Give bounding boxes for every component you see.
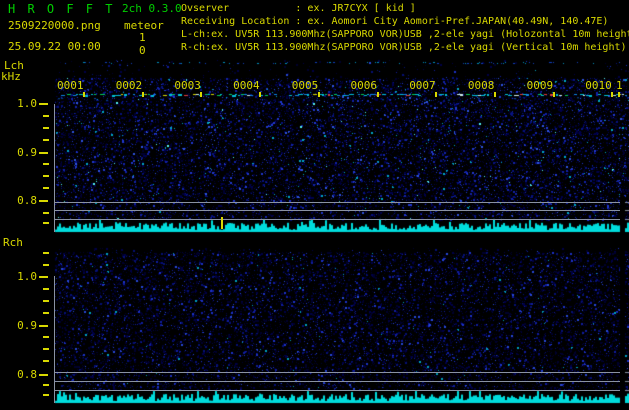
time-label: 0002 bbox=[115, 79, 143, 92]
info-line-lch-rig: L-ch:ex. UV5R 113.900Mhz(SAPPORO VOR)USB… bbox=[181, 29, 629, 40]
info-line-location: Receiving Location : ex. Aomori City Aom… bbox=[181, 16, 609, 27]
freq-major-tick bbox=[39, 276, 48, 278]
time-tick bbox=[618, 92, 620, 97]
time-tick bbox=[141, 92, 144, 97]
freq-minor-tick bbox=[43, 175, 49, 177]
rch-channel-label: Rch bbox=[3, 236, 23, 249]
time-tick bbox=[493, 92, 496, 97]
time-label-partial: 1 0 bbox=[616, 79, 623, 92]
freq-minor-tick bbox=[43, 394, 49, 396]
time-label: 0009 bbox=[526, 79, 554, 92]
freq-major-tick bbox=[39, 200, 48, 202]
freq-tick-label: 0.8 bbox=[17, 194, 37, 207]
freq-minor-tick bbox=[43, 187, 49, 189]
time-tick bbox=[317, 92, 320, 97]
info-line-observer: Ovserver : ex. JR7CYX [ kid ] bbox=[181, 3, 416, 14]
time-label: 0006 bbox=[350, 79, 378, 92]
freq-minor-tick bbox=[43, 212, 49, 214]
meteor-count-rch: 0 bbox=[139, 44, 146, 57]
freq-minor-tick bbox=[43, 300, 49, 302]
version-label: 2ch 0.3.0 bbox=[122, 2, 182, 15]
freq-minor-tick bbox=[43, 288, 49, 290]
freq-minor-tick bbox=[43, 252, 49, 254]
time-label: 0003 bbox=[174, 79, 201, 92]
time-label: 0004 bbox=[233, 79, 260, 92]
lch-axis-line bbox=[54, 104, 55, 232]
rch-axis-line bbox=[54, 276, 55, 403]
time-tick bbox=[435, 92, 438, 97]
freq-major-tick bbox=[39, 151, 48, 154]
freq-minor-tick bbox=[43, 348, 49, 350]
meteor-count-lch: 1 bbox=[139, 31, 146, 44]
freq-minor-tick bbox=[43, 139, 49, 141]
freq-tick-label: 0.9 bbox=[17, 319, 37, 332]
time-label: 0008 bbox=[467, 79, 495, 92]
freq-minor-tick bbox=[43, 264, 49, 266]
time-label: 0007 bbox=[409, 79, 436, 92]
time-tick bbox=[611, 92, 614, 97]
freq-minor-tick bbox=[43, 127, 49, 129]
output-filename: 2509220000.png bbox=[8, 19, 101, 32]
lch-reference-line-1 bbox=[55, 202, 620, 203]
freq-minor-tick bbox=[43, 360, 49, 362]
freq-minor-tick bbox=[43, 312, 49, 314]
lch-reference-line-3 bbox=[55, 219, 620, 220]
time-tick bbox=[376, 92, 379, 97]
time-tick bbox=[83, 92, 85, 97]
freq-tick-label: 1.0 bbox=[17, 270, 37, 283]
freq-major-tick bbox=[39, 325, 48, 327]
rch-reference-line-1 bbox=[55, 372, 620, 373]
info-line-rch-rig: R-ch:ex. UV5R 113.900Mhz(SAPPORO VOR)USB… bbox=[181, 42, 627, 53]
time-tick bbox=[259, 92, 262, 97]
time-label: 0010 bbox=[585, 79, 612, 92]
time-tick bbox=[552, 92, 555, 97]
rch-reference-line-3 bbox=[55, 390, 620, 391]
hrofft-output-screen: H R O F F T 2ch 0.3.0 2509220000.png met… bbox=[0, 0, 629, 410]
time-label: 0001 bbox=[57, 79, 84, 92]
lch-reference-line-2 bbox=[55, 210, 620, 211]
freq-minor-tick bbox=[43, 336, 49, 338]
meteor-echo-marker bbox=[221, 217, 223, 229]
rch-reference-line-2 bbox=[55, 381, 620, 382]
app-title: H R O F F T bbox=[8, 2, 115, 16]
freq-major-tick bbox=[39, 103, 48, 105]
freq-tick-label: 1.0 bbox=[17, 97, 37, 110]
spectrogram-noise-canvas bbox=[0, 0, 629, 410]
freq-minor-tick bbox=[43, 115, 49, 117]
freq-tick-label: 0.9 bbox=[17, 145, 37, 159]
time-label: 0005 bbox=[291, 79, 319, 92]
lch-axis-unit: kHz bbox=[1, 70, 21, 83]
freq-minor-tick bbox=[43, 384, 49, 386]
freq-major-tick bbox=[39, 374, 48, 376]
freq-minor-tick bbox=[43, 163, 49, 165]
freq-minor-tick bbox=[43, 222, 49, 224]
freq-tick-label: 0.8 bbox=[17, 368, 37, 381]
time-tick bbox=[200, 92, 203, 97]
datetime-label: 25.09.22 00:00 bbox=[8, 40, 101, 53]
